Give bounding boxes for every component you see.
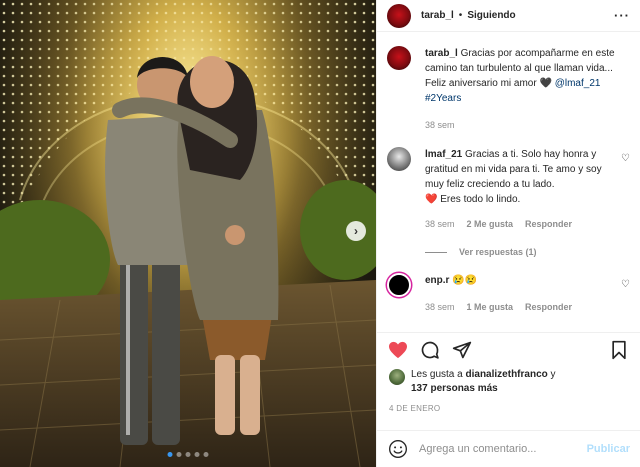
- bookmark-icon[interactable]: [608, 339, 630, 361]
- comment-item: lmaf_21 Gracias a ti. Solo hay honra y g…: [387, 147, 630, 232]
- replies-divider: [425, 251, 447, 253]
- paper-plane-icon[interactable]: [451, 339, 473, 361]
- comment-like-heart-icon[interactable]: ♡: [621, 279, 630, 290]
- comment-input[interactable]: [419, 443, 587, 455]
- chevron-right-icon: ›: [354, 224, 358, 238]
- likes-summary: Les gusta a dianalizethfranco y 137 pers…: [389, 368, 630, 396]
- comment-like-heart-icon[interactable]: ♡: [621, 153, 630, 164]
- view-replies-button[interactable]: Ver respuestas (1): [425, 247, 630, 257]
- caption: tarab_l Gracias por acompañarme en este …: [387, 46, 630, 133]
- commenter-username[interactable]: lmaf_21: [425, 149, 462, 160]
- comment-likes[interactable]: 1 Me gusta: [467, 300, 514, 315]
- comment-text: 😢😢: [452, 275, 478, 286]
- follow-status-button[interactable]: Siguiendo: [467, 10, 515, 21]
- more-options-icon[interactable]: ···: [614, 8, 630, 23]
- commenter-avatar[interactable]: [387, 147, 411, 171]
- carousel-dot: [185, 452, 191, 457]
- next-photo-button[interactable]: ›: [346, 221, 366, 241]
- carousel-dot: [203, 452, 209, 457]
- commenter-username[interactable]: enp.r: [425, 275, 449, 286]
- action-bar: [377, 332, 640, 366]
- likes-prefix: Les gusta a: [411, 369, 463, 380]
- photo-scene: [0, 0, 376, 467]
- caption-avatar[interactable]: [387, 46, 411, 70]
- caption-hashtag[interactable]: #2Years: [425, 93, 461, 104]
- caption-time[interactable]: 38 sem: [425, 118, 455, 133]
- heart-filled-icon[interactable]: [387, 339, 409, 361]
- caption-mention[interactable]: @lmaf_21: [555, 78, 601, 89]
- liker-username[interactable]: dianalizethfranco: [466, 369, 548, 380]
- author-avatar[interactable]: [387, 3, 411, 28]
- header-separator: •: [458, 10, 463, 21]
- other-likes-link[interactable]: 137 personas más: [411, 383, 498, 394]
- post-header: tarab_l • Siguiendo ···: [377, 0, 640, 32]
- carousel-dot: [167, 452, 173, 457]
- post-photo[interactable]: ›: [0, 0, 376, 467]
- comment-text-2: Eres todo lo lindo.: [440, 194, 521, 205]
- comment-time[interactable]: 38 sem: [425, 217, 455, 232]
- carousel-dot: [194, 452, 200, 457]
- reply-button[interactable]: Responder: [525, 300, 572, 315]
- comment-time[interactable]: 38 sem: [425, 300, 455, 315]
- author-username[interactable]: tarab_l: [421, 10, 454, 21]
- post-sidebar: tarab_l • Siguiendo ··· tarab_l Gracias …: [376, 0, 640, 467]
- liker-avatar[interactable]: [389, 369, 405, 385]
- post-comment-button[interactable]: Publicar: [587, 443, 630, 455]
- comment-bubble-icon[interactable]: [419, 339, 441, 361]
- view-replies-label: Ver respuestas (1): [459, 247, 537, 257]
- caption-username[interactable]: tarab_l: [425, 48, 458, 59]
- reply-button[interactable]: Responder: [525, 217, 572, 232]
- comment-item: enp.r 😢😢 38 sem 1 Me gusta Responder ♡: [387, 273, 630, 315]
- commenter-avatar[interactable]: [387, 273, 411, 297]
- comments-list: tarab_l Gracias por acompañarme en este …: [377, 46, 640, 326]
- smiley-icon[interactable]: [387, 438, 409, 460]
- likes-joiner: y: [550, 369, 556, 380]
- comment-likes[interactable]: 2 Me gusta: [467, 217, 514, 232]
- red-heart-emoji: ❤️: [425, 194, 438, 205]
- carousel-dot: [176, 452, 182, 457]
- post-date[interactable]: 4 DE ENERO: [389, 404, 440, 413]
- black-heart-emoji: 🖤: [539, 78, 552, 89]
- add-comment-bar: Publicar: [377, 430, 640, 467]
- carousel-dots: [167, 452, 209, 457]
- post-dialog: › tarab_l • Siguiendo ··· tarab_l Gracia…: [0, 0, 640, 467]
